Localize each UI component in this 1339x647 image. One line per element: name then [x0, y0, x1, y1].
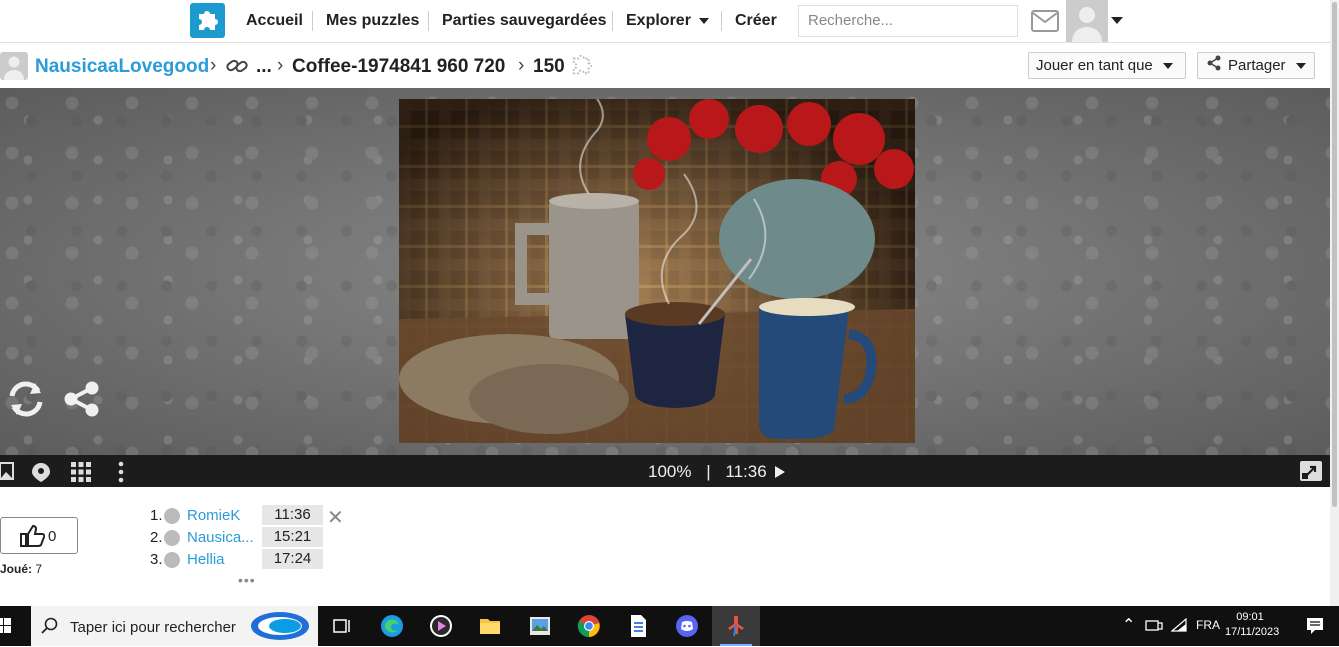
played-label: Joué: [0, 562, 33, 576]
edge-browser-icon[interactable] [380, 614, 404, 638]
fullscreen-icon[interactable] [1299, 460, 1323, 487]
chevron-down-icon [1295, 63, 1306, 70]
user-avatar[interactable] [1066, 0, 1108, 42]
leaderboard-rank: 3. [150, 551, 163, 568]
discord-icon[interactable] [675, 614, 699, 638]
nav-divider [312, 11, 313, 31]
leaderboard-more[interactable]: ••• [238, 572, 256, 588]
media-player-icon[interactable] [429, 614, 453, 638]
close-icon[interactable]: ✕ [327, 505, 344, 530]
chevron-right-icon: › [210, 55, 217, 76]
clock-time: 09:01 [1236, 611, 1264, 623]
shuffle-icon[interactable] [5, 378, 47, 425]
network-icon[interactable] [1145, 618, 1163, 635]
leaderboard-time: 15:21 [262, 527, 323, 547]
played-count: Joué: 7 [0, 562, 42, 576]
play-as-label: Jouer en tant que [1036, 57, 1153, 74]
leaderboard-time: 11:36 [262, 505, 323, 525]
nav-saved-games[interactable]: Parties sauvegardées [442, 12, 607, 30]
chevron-right-icon: › [518, 55, 525, 76]
like-button[interactable]: 0 [0, 517, 78, 554]
separator: | [706, 462, 711, 481]
top-navigation: Accueil Mes puzzles Parties sauvegardées… [0, 0, 1330, 43]
search-input[interactable]: Recherche... [798, 5, 1018, 37]
puzzle-image[interactable] [399, 99, 915, 443]
system-clock[interactable]: 09:01 17/11/2023 [1225, 610, 1280, 640]
puzzle-logo-icon[interactable] [190, 3, 225, 38]
scrollbar-thumb[interactable] [1332, 2, 1337, 507]
share-label: Partager [1228, 57, 1286, 74]
breadcrumb-ellipsis[interactable]: ... [256, 56, 272, 78]
photos-icon[interactable] [528, 614, 552, 638]
taskbar-search-placeholder: Taper ici pour rechercher [70, 619, 236, 636]
language-indicator[interactable]: FRA [1196, 618, 1220, 632]
image-preview-icon[interactable] [0, 461, 14, 486]
zoom-and-timer: 100% | 11:36 [648, 462, 786, 482]
nav-explore-label: Explorer [626, 12, 691, 29]
share-icon [1206, 54, 1222, 79]
puzzle-stage[interactable] [0, 88, 1330, 455]
chevron-up-icon[interactable]: ⌃ [1122, 615, 1135, 635]
leaderboard-user[interactable]: RomieK [187, 507, 240, 524]
document-icon[interactable] [626, 614, 650, 638]
wifi-icon[interactable] [1170, 617, 1187, 635]
task-view-icon[interactable] [330, 614, 354, 638]
more-options-icon[interactable] [117, 461, 125, 488]
clock-date: 17/11/2023 [1225, 626, 1280, 638]
chrome-icon[interactable] [577, 614, 601, 638]
ghost-image-icon[interactable] [30, 461, 52, 488]
avatar[interactable] [164, 508, 180, 524]
avatar[interactable] [164, 530, 180, 546]
nav-divider [612, 11, 613, 31]
windows-taskbar: Taper ici pour rechercher ⌃ FRA 09:01 17… [0, 606, 1339, 646]
leaderboard-user[interactable]: Hellia [187, 551, 225, 568]
nav-my-puzzles[interactable]: Mes puzzles [326, 12, 419, 30]
played-value: 7 [35, 562, 43, 576]
breadcrumb: NausicaaLovegood › ... › Coffee-1974841 … [0, 43, 1330, 88]
chevron-down-icon[interactable] [1111, 17, 1123, 24]
grid-edges-icon[interactable] [70, 461, 92, 488]
link-icon[interactable] [225, 56, 249, 81]
search-icon [41, 617, 59, 640]
notifications-icon[interactable] [1306, 617, 1324, 638]
puzzle-title: Coffee-1974841 960 720 [292, 56, 506, 77]
leaderboard-rank: 1. [150, 507, 163, 524]
mail-icon[interactable] [1031, 10, 1059, 37]
nav-explore[interactable]: Explorer [626, 12, 709, 30]
nav-divider [428, 11, 429, 31]
nav-create[interactable]: Créer [735, 12, 777, 30]
share-icon[interactable] [63, 380, 101, 423]
taskbar-search[interactable]: Taper ici pour rechercher [31, 606, 318, 646]
zoom-level: 100% [648, 462, 692, 481]
chevron-down-icon [1162, 63, 1173, 70]
share-dropdown[interactable]: Partager [1197, 52, 1315, 79]
taskbar-active-app[interactable] [712, 606, 760, 646]
copilot-icon[interactable] [249, 610, 311, 647]
piece-count: 150 [533, 56, 565, 77]
leaderboard-rank: 2. [150, 529, 163, 546]
nav-divider [721, 11, 722, 31]
nav-home[interactable]: Accueil [246, 12, 303, 30]
avatar[interactable] [0, 52, 28, 80]
timer: 11:36 [725, 462, 767, 481]
active-app-icon [724, 614, 748, 643]
file-explorer-icon[interactable] [478, 614, 502, 638]
thumbs-up-icon [19, 524, 46, 552]
windows-start-icon[interactable] [0, 618, 20, 642]
leaderboard-time: 17:24 [262, 549, 323, 569]
like-count: 0 [48, 528, 57, 545]
play-icon[interactable] [775, 466, 786, 478]
avatar[interactable] [164, 552, 180, 568]
play-as-dropdown[interactable]: Jouer en tant que [1028, 52, 1186, 79]
chevron-right-icon: › [277, 55, 284, 76]
puzzle-control-bar: 100% | 11:36 [0, 455, 1330, 487]
chevron-down-icon [698, 17, 709, 24]
puzzle-piece-icon [570, 53, 594, 82]
leaderboard-user[interactable]: Nausica... [187, 529, 254, 546]
breadcrumb-user-link[interactable]: NausicaaLovegood [35, 56, 209, 78]
